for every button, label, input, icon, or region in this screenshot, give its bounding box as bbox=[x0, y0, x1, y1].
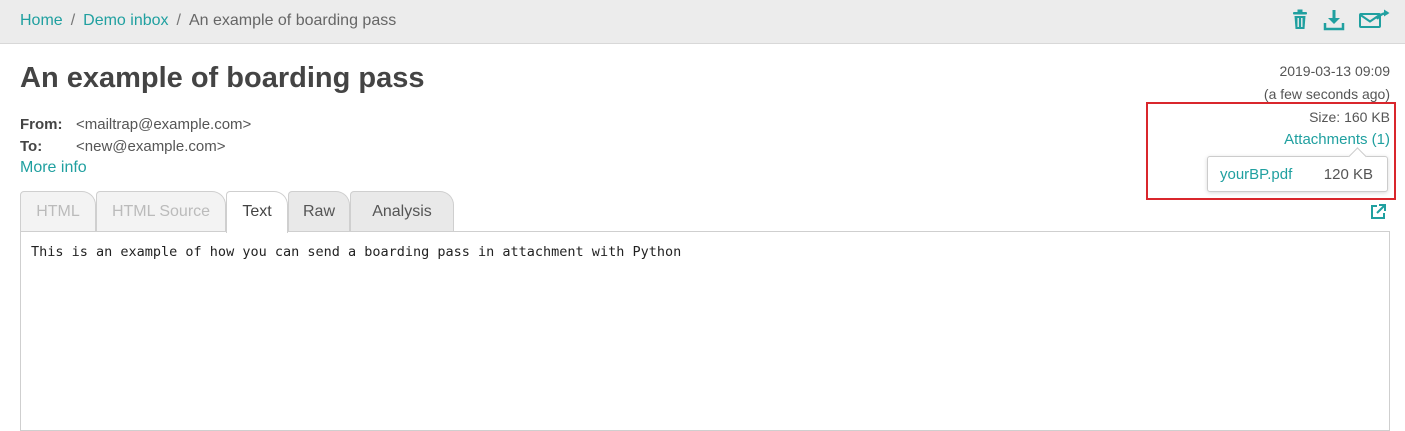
breadcrumb-inbox-link[interactable]: Demo inbox bbox=[83, 12, 168, 29]
message-relative-time: (a few seconds ago) bbox=[1263, 86, 1390, 102]
tab-analysis[interactable]: Analysis bbox=[350, 191, 454, 231]
tab-raw[interactable]: Raw bbox=[288, 191, 350, 231]
tab-html[interactable]: HTML bbox=[20, 191, 96, 231]
tab-html-source[interactable]: HTML Source bbox=[96, 191, 226, 231]
breadcrumb-separator: / bbox=[176, 12, 181, 29]
tab-text[interactable]: Text bbox=[226, 191, 288, 233]
more-info-link[interactable]: More info bbox=[20, 159, 87, 177]
highlight-box bbox=[1146, 102, 1396, 200]
top-bar: Home / Demo inbox / An example of boarding p… bbox=[0, 0, 1405, 44]
to-value: <new@example.com> bbox=[76, 138, 226, 155]
message-subject: An example of boarding pass bbox=[20, 62, 425, 94]
to-row: To: <new@example.com> bbox=[20, 138, 225, 155]
from-label: From: bbox=[20, 116, 63, 133]
trash-icon[interactable] bbox=[1290, 9, 1314, 31]
breadcrumb: Home / Demo inbox / An example of boarding p… bbox=[20, 12, 396, 30]
message-date: 2019-03-13 09:09 bbox=[1279, 63, 1390, 79]
from-row: From: <mailtrap@example.com> bbox=[20, 116, 251, 133]
download-icon[interactable] bbox=[1323, 9, 1347, 31]
message-body-panel: This is an example of how you can send a… bbox=[20, 231, 1390, 431]
from-value: <mailtrap@example.com> bbox=[76, 116, 252, 133]
message-body-text: This is an example of how you can send a… bbox=[31, 244, 682, 260]
breadcrumb-separator: / bbox=[70, 12, 76, 29]
forward-icon[interactable] bbox=[1359, 9, 1391, 31]
breadcrumb-home-link[interactable]: Home bbox=[20, 12, 63, 29]
open-external-icon[interactable] bbox=[1370, 204, 1386, 220]
breadcrumb-current: An example of boarding pass bbox=[188, 12, 397, 29]
to-label: To: bbox=[20, 138, 43, 155]
